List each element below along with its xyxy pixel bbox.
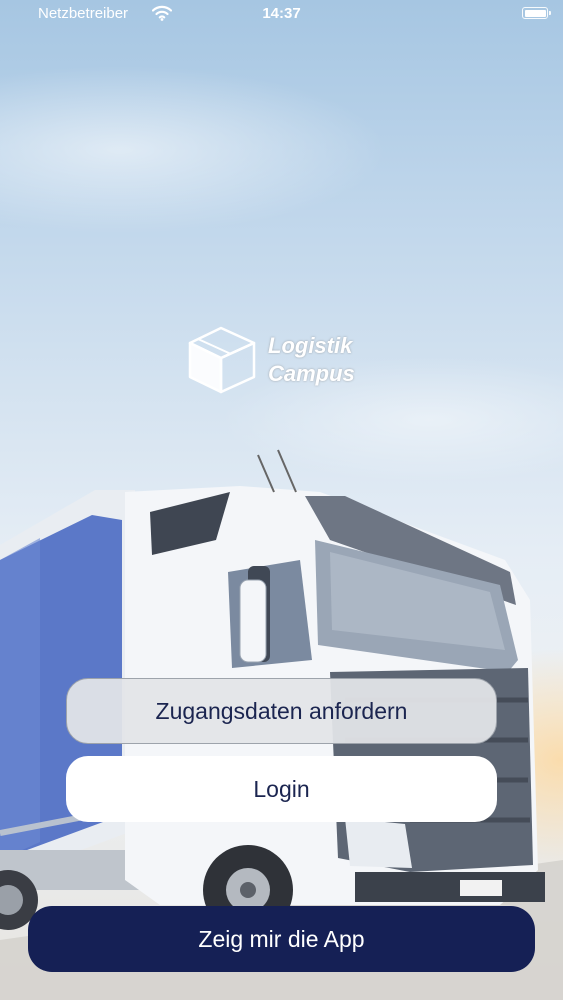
cube-icon — [188, 326, 256, 394]
logo-wordmark: Logistik Campus — [268, 332, 355, 388]
logo-line-2: Campus — [268, 361, 355, 386]
status-time: 14:37 — [262, 5, 301, 22]
battery-icon — [522, 7, 551, 19]
request-credentials-button[interactable]: Zugangsdaten anfordern — [66, 678, 497, 744]
logo-line-1: Logistik — [268, 333, 353, 358]
login-button[interactable]: Login — [66, 756, 497, 822]
truck-background-image — [0, 449, 563, 1000]
app-logo: Logistik Campus — [188, 326, 378, 396]
show-app-button[interactable]: Zeig mir die App — [28, 906, 535, 972]
welcome-screen: Netzbetreiber 14:37 Logistik Campus Zuga… — [0, 0, 563, 1000]
status-bar: Netzbetreiber 14:37 — [0, 0, 563, 28]
